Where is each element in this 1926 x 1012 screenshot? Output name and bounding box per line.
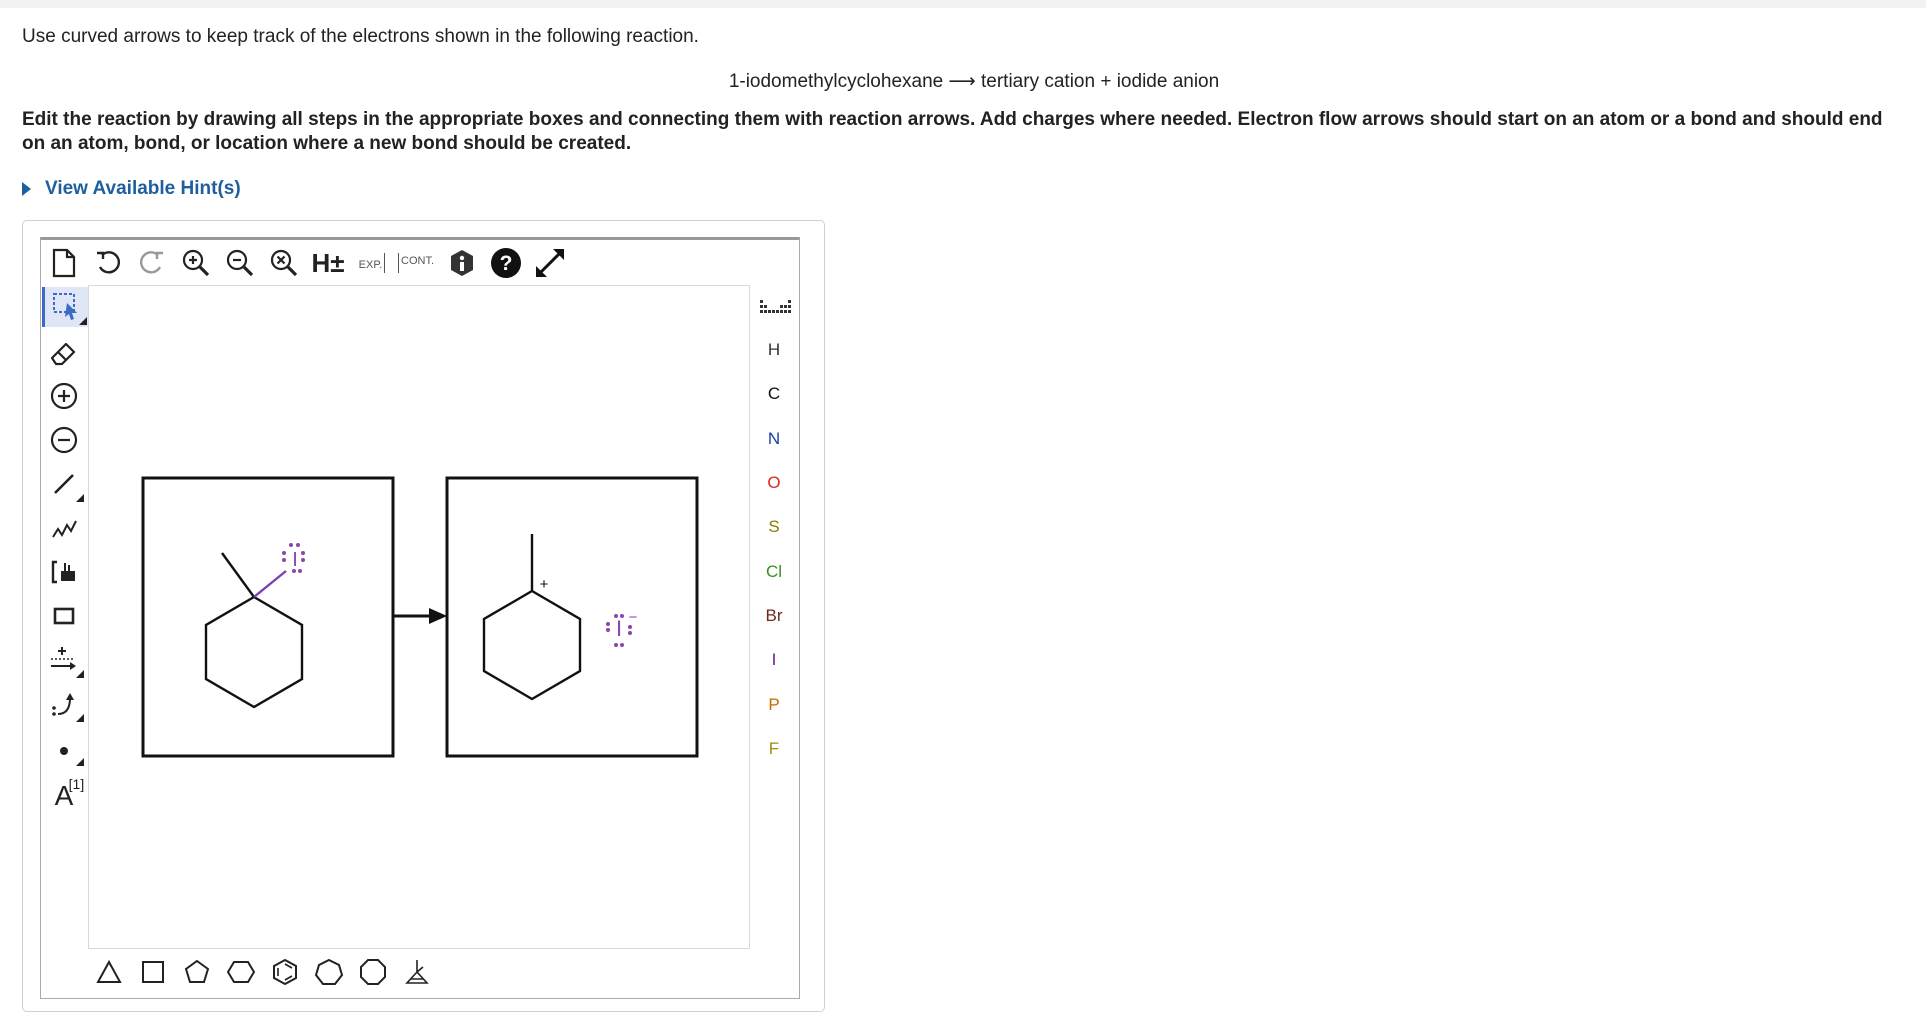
template-tool-button[interactable]: [42, 552, 86, 592]
expand-triangle-icon: [22, 182, 31, 196]
submenu-indicator-icon: [76, 758, 84, 766]
reactant-iodine-atom: I: [292, 549, 298, 571]
atom-button-p[interactable]: P: [754, 690, 794, 720]
info-icon[interactable]: [444, 245, 480, 281]
reaction-equation: 1-iodomethylcyclohexane ⟶ tertiary catio…: [728, 71, 1220, 92]
svg-text:?: ?: [500, 252, 513, 275]
submenu-indicator-icon: [76, 494, 84, 502]
eraser-tool-button[interactable]: [42, 332, 86, 372]
iodide-anion[interactable]: I −: [606, 609, 638, 647]
reactant-molecule[interactable]: I: [204, 543, 305, 709]
zoom-in-icon[interactable]: [178, 245, 214, 281]
positive-charge-tool-button[interactable]: [42, 376, 86, 416]
new-document-icon[interactable]: [46, 245, 82, 281]
cyclopropane-icon[interactable]: [90, 953, 128, 991]
cyclopentane-icon[interactable]: [178, 953, 216, 991]
expand-button[interactable]: EXP.: [354, 245, 390, 281]
instructions: Edit the reaction by drawing all steps i…: [22, 109, 1883, 154]
contract-button[interactable]: CONT.: [398, 245, 434, 281]
anion-charge: −: [629, 609, 638, 626]
benzene-icon[interactable]: [266, 953, 304, 991]
hydrogen-toggle-label: H±: [311, 247, 345, 278]
chain-tool-button[interactable]: [42, 508, 86, 548]
text-tool-button[interactable]: A [1]: [42, 774, 86, 818]
submenu-indicator-icon: [76, 670, 84, 678]
fullscreen-icon[interactable]: [532, 245, 568, 281]
atom-button-c[interactable]: C: [754, 379, 794, 409]
cyclohexane-icon[interactable]: [222, 953, 260, 991]
reaction-arrow[interactable]: [393, 608, 447, 624]
single-bond-tool-button[interactable]: [42, 464, 86, 504]
redo-icon[interactable]: [134, 245, 170, 281]
zoom-out-icon[interactable]: [222, 245, 258, 281]
cation-charge: +: [540, 576, 549, 593]
atom-button-o[interactable]: O: [754, 468, 794, 498]
help-icon[interactable]: ?: [488, 245, 524, 281]
drawing-canvas[interactable]: I + I −: [88, 285, 750, 949]
atom-button-cl[interactable]: Cl: [754, 557, 794, 587]
reaction-box-tool-button[interactable]: [42, 596, 86, 636]
cycloheptane-icon[interactable]: [310, 953, 348, 991]
atom-button-n[interactable]: N: [754, 424, 794, 454]
atom-button-i[interactable]: I: [754, 645, 794, 675]
cyclobutane-icon[interactable]: [134, 953, 172, 991]
submenu-indicator-icon: [79, 317, 87, 325]
reaction-arrow-tool-button[interactable]: [42, 640, 86, 680]
chair-cyclohexane-icon[interactable]: [398, 953, 436, 991]
product-box[interactable]: [445, 476, 699, 758]
anion-iodine-atom: I: [616, 616, 622, 641]
undo-icon[interactable]: [90, 245, 126, 281]
hint-label: View Available Hint(s): [45, 178, 241, 199]
product-cation[interactable]: +: [482, 534, 582, 701]
question-intro: Use curved arrows to keep track of the e…: [22, 26, 699, 47]
atom-button-br[interactable]: Br: [754, 601, 794, 631]
radical-tool-button[interactable]: [42, 728, 86, 768]
negative-charge-tool-button[interactable]: [42, 420, 86, 460]
periodic-table-icon[interactable]: [754, 292, 794, 322]
submenu-indicator-icon: [76, 714, 84, 722]
atom-button-h[interactable]: H: [754, 335, 794, 365]
reaction-drawing: I + I −: [141, 476, 699, 758]
top-bar: [0, 0, 1926, 8]
zoom-reset-icon[interactable]: [266, 245, 302, 281]
contract-label: CONT.: [398, 253, 434, 273]
select-tool-button[interactable]: [42, 287, 89, 327]
reactant-box[interactable]: [141, 476, 395, 758]
hydrogen-toggle-button[interactable]: H±: [310, 245, 346, 281]
curved-arrow-tool-button[interactable]: [42, 684, 86, 724]
atom-button-s[interactable]: S: [754, 512, 794, 542]
view-hints-link[interactable]: View Available Hint(s): [22, 178, 241, 200]
atom-button-f[interactable]: F: [754, 734, 794, 764]
text-tool-glyph: A [1]: [55, 776, 85, 812]
expand-label: EXP.: [359, 253, 386, 273]
text-tool-superscript: [1]: [68, 776, 85, 792]
cyclooctane-icon[interactable]: [354, 953, 392, 991]
